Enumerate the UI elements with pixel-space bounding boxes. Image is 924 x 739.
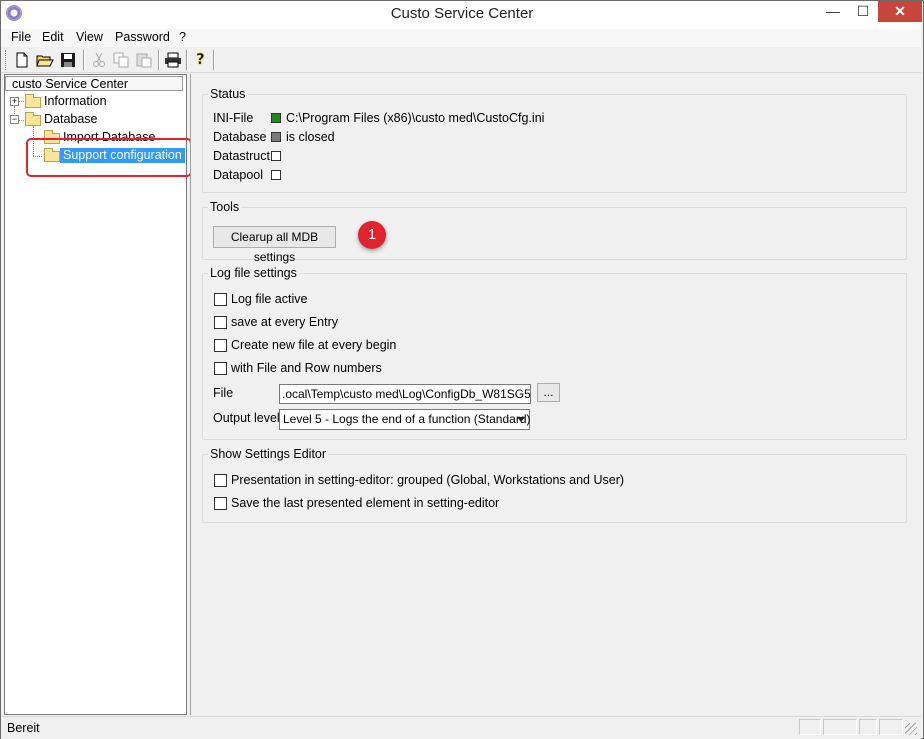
- collapse-icon[interactable]: −: [10, 115, 19, 124]
- window-title: Custo Service Center: [390, 5, 534, 22]
- toolbar: ?: [1, 47, 921, 73]
- status-text: Bereit: [7, 721, 40, 735]
- toolbar-separator: [186, 50, 188, 70]
- log-file-path-input[interactable]: .ocal\Temp\custo med\Log\ConfigDb_W81SG5…: [279, 384, 531, 404]
- status-pane: [879, 719, 903, 735]
- toolbar-separator: [83, 50, 85, 70]
- resize-grip[interactable]: [905, 723, 917, 735]
- grouped-presentation-checkbox[interactable]: [214, 474, 227, 487]
- grouped-presentation-label: Presentation in setting-editor: grouped …: [231, 473, 625, 487]
- step-badge: 1: [358, 221, 386, 249]
- datapool-label: Datapool: [213, 168, 264, 182]
- minimize-button[interactable]: —: [818, 1, 848, 22]
- output-level-label: Output level: [213, 411, 280, 425]
- file-row-numbers-label: with File and Row numbers: [231, 361, 382, 375]
- tree-line: [19, 101, 24, 102]
- tree-item-label: Database: [44, 112, 98, 126]
- menu-bar: File Edit View Password ?: [1, 29, 921, 47]
- menu-password[interactable]: Password: [115, 29, 170, 47]
- browse-button[interactable]: ...: [537, 383, 560, 402]
- chevron-down-icon: [517, 417, 525, 422]
- status-pane: [859, 719, 877, 735]
- cut-icon[interactable]: [89, 50, 109, 70]
- print-icon[interactable]: [163, 50, 183, 70]
- close-button[interactable]: ✕: [878, 1, 922, 22]
- save-last-element-checkbox[interactable]: [214, 497, 227, 510]
- toolbar-grip: [5, 50, 9, 70]
- open-folder-icon[interactable]: [35, 50, 55, 70]
- status-pane: [823, 719, 857, 735]
- copy-icon[interactable]: [111, 50, 131, 70]
- save-icon[interactable]: [58, 50, 78, 70]
- menu-help[interactable]: ?: [179, 29, 186, 47]
- folder-icon: [25, 94, 41, 108]
- settings-editor-title: Show Settings Editor: [208, 447, 329, 461]
- output-level-value: Level 5 - Logs the end of a function (St…: [283, 412, 531, 426]
- highlight-annotation: [26, 138, 192, 177]
- svg-text:?: ?: [196, 51, 205, 68]
- maximize-button[interactable]: ☐: [848, 1, 878, 22]
- datastruct-indicator: [271, 151, 281, 161]
- new-file-icon[interactable]: [12, 50, 32, 70]
- status-group-title: Status: [208, 87, 248, 101]
- save-every-entry-checkbox[interactable]: [214, 316, 227, 329]
- toolbar-separator: [158, 50, 160, 70]
- menu-edit[interactable]: Edit: [42, 29, 64, 47]
- log-active-checkbox[interactable]: [214, 293, 227, 306]
- create-new-file-label: Create new file at every begin: [231, 338, 397, 352]
- tools-group-title: Tools: [208, 200, 242, 214]
- ini-file-label: INI-File: [213, 111, 254, 125]
- settings-editor-group: [202, 454, 907, 523]
- toolbar-separator: [213, 50, 215, 70]
- tree-item-label: Information: [44, 94, 107, 108]
- create-new-file-checkbox[interactable]: [214, 339, 227, 352]
- paste-icon[interactable]: [134, 50, 154, 70]
- database-status-indicator: [271, 132, 281, 142]
- database-status: is closed: [286, 130, 335, 144]
- status-pane: [799, 719, 821, 735]
- save-last-element-label: Save the last presented element in setti…: [231, 496, 500, 510]
- datastruct-label: Datastruct: [213, 149, 270, 163]
- file-label: File: [213, 386, 234, 400]
- menu-view[interactable]: View: [76, 29, 103, 47]
- output-level-select[interactable]: Level 5 - Logs the end of a function (St…: [279, 409, 531, 430]
- log-group-title: Log file settings: [208, 266, 299, 280]
- datapool-indicator: [271, 170, 281, 180]
- ini-file-path: C:\Program Files (x86)\custo med\CustoCf…: [286, 111, 545, 125]
- folder-icon: [25, 112, 41, 126]
- expand-icon[interactable]: +: [10, 97, 19, 106]
- menu-file[interactable]: File: [11, 29, 31, 47]
- tree-line: [19, 120, 24, 121]
- database-label: Database: [213, 130, 267, 144]
- status-bar: Bereit: [1, 716, 921, 739]
- clearup-mdb-button[interactable]: Clearup all MDB settings: [213, 226, 336, 264]
- log-active-label: Log file active: [231, 292, 308, 306]
- ini-status-indicator: [271, 113, 281, 123]
- help-icon[interactable]: ?: [191, 50, 211, 70]
- tree-header: custo Service Center: [5, 76, 183, 91]
- file-row-numbers-checkbox[interactable]: [214, 362, 227, 375]
- save-every-entry-label: save at every Entry: [231, 315, 338, 329]
